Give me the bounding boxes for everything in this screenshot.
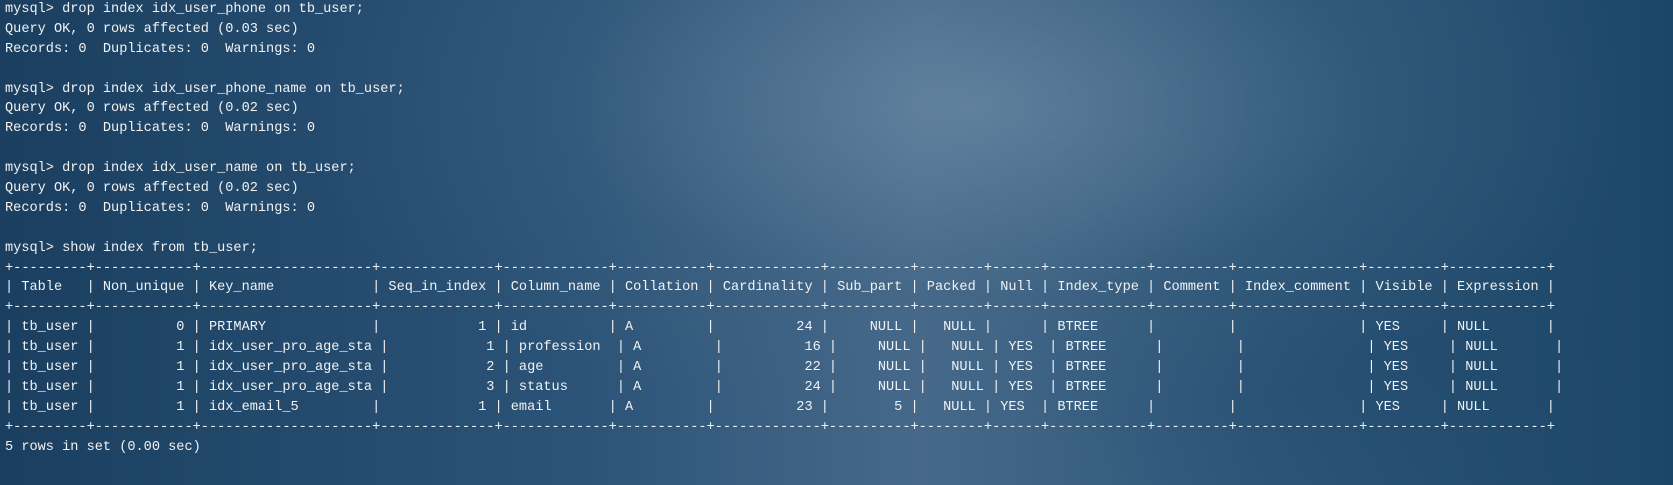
output-line: Records: 0 Duplicates: 0 Warnings: 0 <box>5 200 315 216</box>
terminal-output: mysql> drop index idx_user_phone on tb_u… <box>5 0 1673 457</box>
table-border: +---------+------------+----------------… <box>5 260 1555 276</box>
table-row: | tb_user | 1 | idx_user_pro_age_sta | 2… <box>5 360 1564 376</box>
result-summary: 5 rows in set (0.00 sec) <box>5 439 201 455</box>
command-line: mysql> show index from tb_user; <box>5 240 258 256</box>
output-line: Query OK, 0 rows affected (0.03 sec) <box>5 21 299 37</box>
terminal-window[interactable]: mysql> drop index idx_user_phone on tb_u… <box>0 0 1673 485</box>
table-row: | tb_user | 0 | PRIMARY | 1 | id | A | 2… <box>5 320 1555 336</box>
table-row: | tb_user | 1 | idx_email_5 | 1 | email … <box>5 399 1555 415</box>
output-line: Query OK, 0 rows affected (0.02 sec) <box>5 101 299 117</box>
command-line: mysql> drop index idx_user_phone on tb_u… <box>5 2 364 17</box>
table-header-row: | Table | Non_unique | Key_name | Seq_in… <box>5 280 1555 296</box>
table-border: +---------+------------+----------------… <box>5 419 1555 435</box>
output-line: Records: 0 Duplicates: 0 Warnings: 0 <box>5 41 315 57</box>
command-line: mysql> drop index idx_user_name on tb_us… <box>5 161 356 177</box>
command-line: mysql> drop index idx_user_phone_name on… <box>5 81 405 97</box>
output-line: Query OK, 0 rows affected (0.02 sec) <box>5 181 299 197</box>
output-line: Records: 0 Duplicates: 0 Warnings: 0 <box>5 121 315 137</box>
table-row: | tb_user | 1 | idx_user_pro_age_sta | 3… <box>5 379 1564 395</box>
table-row: | tb_user | 1 | idx_user_pro_age_sta | 1… <box>5 340 1564 356</box>
table-border: +---------+------------+----------------… <box>5 300 1555 316</box>
